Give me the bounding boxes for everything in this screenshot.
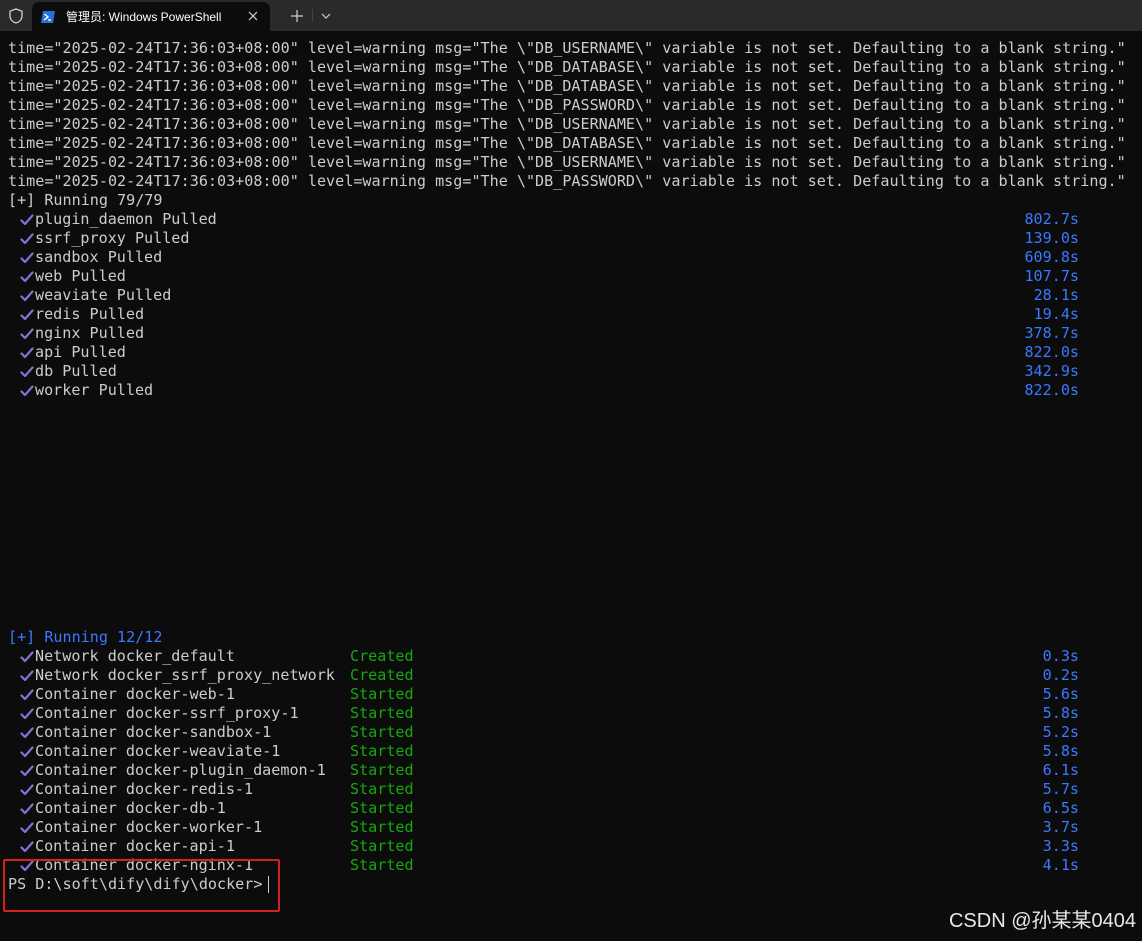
runs-status: Created xyxy=(350,666,414,684)
runs-status: Started xyxy=(350,780,414,798)
pulls-label: ssrf_proxy Pulled xyxy=(35,229,190,247)
tab-title: 管理员: Windows PowerShell xyxy=(66,10,222,24)
plus-icon[interactable] xyxy=(282,0,312,31)
runs-time: 3.7s xyxy=(1042,818,1079,836)
watermark: CSDN @孙某某0404 xyxy=(948,910,1136,932)
tab-powershell[interactable]: 管理员: Windows PowerShell xyxy=(32,2,270,31)
check-icon xyxy=(20,248,34,267)
warning-line: time="2025-02-24T17:36:03+08:00" level=w… xyxy=(8,39,1126,57)
pulls-time: 822.0s xyxy=(1024,343,1079,361)
check-icon xyxy=(20,210,34,229)
pulls-label: web Pulled xyxy=(35,267,126,285)
pull-header: [+] Running 79/79 xyxy=(8,191,163,209)
warning-line: time="2025-02-24T17:36:03+08:00" level=w… xyxy=(8,172,1126,190)
runs-status: Started xyxy=(350,837,414,855)
runs-label: Network docker_default xyxy=(35,647,235,665)
pulls-time: 378.7s xyxy=(1024,324,1079,342)
runs-label: Container docker-plugin_daemon-1 xyxy=(35,761,326,779)
warning-line: time="2025-02-24T17:36:03+08:00" level=w… xyxy=(8,96,1126,114)
pulls-label: db Pulled xyxy=(35,362,117,380)
check-icon xyxy=(20,685,34,704)
warning-line: time="2025-02-24T17:36:03+08:00" level=w… xyxy=(8,115,1126,133)
runs-time: 5.8s xyxy=(1042,742,1079,760)
runs-time: 5.2s xyxy=(1042,723,1079,741)
runs-status: Created xyxy=(350,647,414,665)
runs-label: Container docker-sandbox-1 xyxy=(35,723,272,741)
check-icon xyxy=(20,761,34,780)
check-icon xyxy=(20,780,34,799)
runs-status: Started xyxy=(350,761,414,779)
pulls-label: api Pulled xyxy=(35,343,126,361)
powershell-icon xyxy=(40,9,56,25)
check-icon xyxy=(20,837,34,856)
check-icon xyxy=(20,704,34,723)
runs-status: Started xyxy=(350,723,414,741)
check-icon xyxy=(20,647,34,666)
check-icon xyxy=(20,666,34,685)
runs-label: Container docker-ssrf_proxy-1 xyxy=(35,704,299,722)
pulls-time: 107.7s xyxy=(1024,267,1079,285)
check-icon xyxy=(20,305,34,324)
chevron-down-icon[interactable] xyxy=(313,0,339,31)
runs-status: Started xyxy=(350,799,414,817)
pulls-label: sandbox Pulled xyxy=(35,248,163,266)
runs-status: Started xyxy=(350,818,414,836)
runs-status: Started xyxy=(350,704,414,722)
check-icon xyxy=(20,362,34,381)
runs-label: Container docker-weaviate-1 xyxy=(35,742,281,760)
runs-time: 5.6s xyxy=(1042,685,1079,703)
runs-label: Container docker-redis-1 xyxy=(35,780,254,798)
warning-line: time="2025-02-24T17:36:03+08:00" level=w… xyxy=(8,153,1126,171)
runs-time: 4.1s xyxy=(1042,856,1079,874)
check-icon xyxy=(20,267,34,286)
runs-status: Started xyxy=(350,856,414,874)
runs-time: 0.3s xyxy=(1042,647,1079,665)
runs-label: Container docker-worker-1 xyxy=(35,818,263,836)
pulls-time: 342.9s xyxy=(1024,362,1079,380)
runs-label: Container docker-db-1 xyxy=(35,799,226,817)
annotation-box xyxy=(3,859,280,912)
runs-time: 5.7s xyxy=(1042,780,1079,798)
runs-time: 6.1s xyxy=(1042,761,1079,779)
check-icon xyxy=(20,818,34,837)
pulls-label: nginx Pulled xyxy=(35,324,145,342)
runs-label: Container docker-web-1 xyxy=(35,685,235,703)
terminal-pane[interactable]: time="2025-02-24T17:36:03+08:00" level=w… xyxy=(0,31,1142,941)
warning-line: time="2025-02-24T17:36:03+08:00" level=w… xyxy=(8,58,1126,76)
run-header: [+] Running 12/12 xyxy=(8,628,163,646)
warning-line: time="2025-02-24T17:36:03+08:00" level=w… xyxy=(8,134,1126,152)
runs-time: 6.5s xyxy=(1042,799,1079,817)
check-icon xyxy=(20,229,34,248)
pulls-time: 609.8s xyxy=(1024,248,1079,266)
check-icon xyxy=(20,343,34,362)
pulls-time: 802.7s xyxy=(1024,210,1079,228)
warning-line: time="2025-02-24T17:36:03+08:00" level=w… xyxy=(8,77,1126,95)
pulls-label: redis Pulled xyxy=(35,305,145,323)
runs-label: Network docker_ssrf_proxy_network xyxy=(35,666,335,684)
check-icon xyxy=(20,799,34,818)
pulls-label: weaviate Pulled xyxy=(35,286,172,304)
check-icon xyxy=(20,286,34,305)
pulls-time: 28.1s xyxy=(1033,286,1079,304)
check-icon xyxy=(20,742,34,761)
runs-time: 5.8s xyxy=(1042,704,1079,722)
runs-status: Started xyxy=(350,685,414,703)
runs-time: 0.2s xyxy=(1042,666,1079,684)
check-icon xyxy=(20,723,34,742)
check-icon xyxy=(20,324,34,343)
close-icon[interactable] xyxy=(246,9,260,23)
runs-time: 3.3s xyxy=(1042,837,1079,855)
runs-status: Started xyxy=(350,742,414,760)
tab-bar: 管理员: Windows PowerShell xyxy=(0,0,1142,31)
runs-label: Container docker-api-1 xyxy=(35,837,235,855)
pulls-time: 19.4s xyxy=(1033,305,1079,323)
pulls-label: plugin_daemon Pulled xyxy=(35,210,217,228)
pulls-time: 139.0s xyxy=(1024,229,1079,247)
pulls-time: 822.0s xyxy=(1024,381,1079,399)
shield-icon xyxy=(0,0,32,31)
check-icon xyxy=(20,381,34,400)
pulls-label: worker Pulled xyxy=(35,381,154,399)
